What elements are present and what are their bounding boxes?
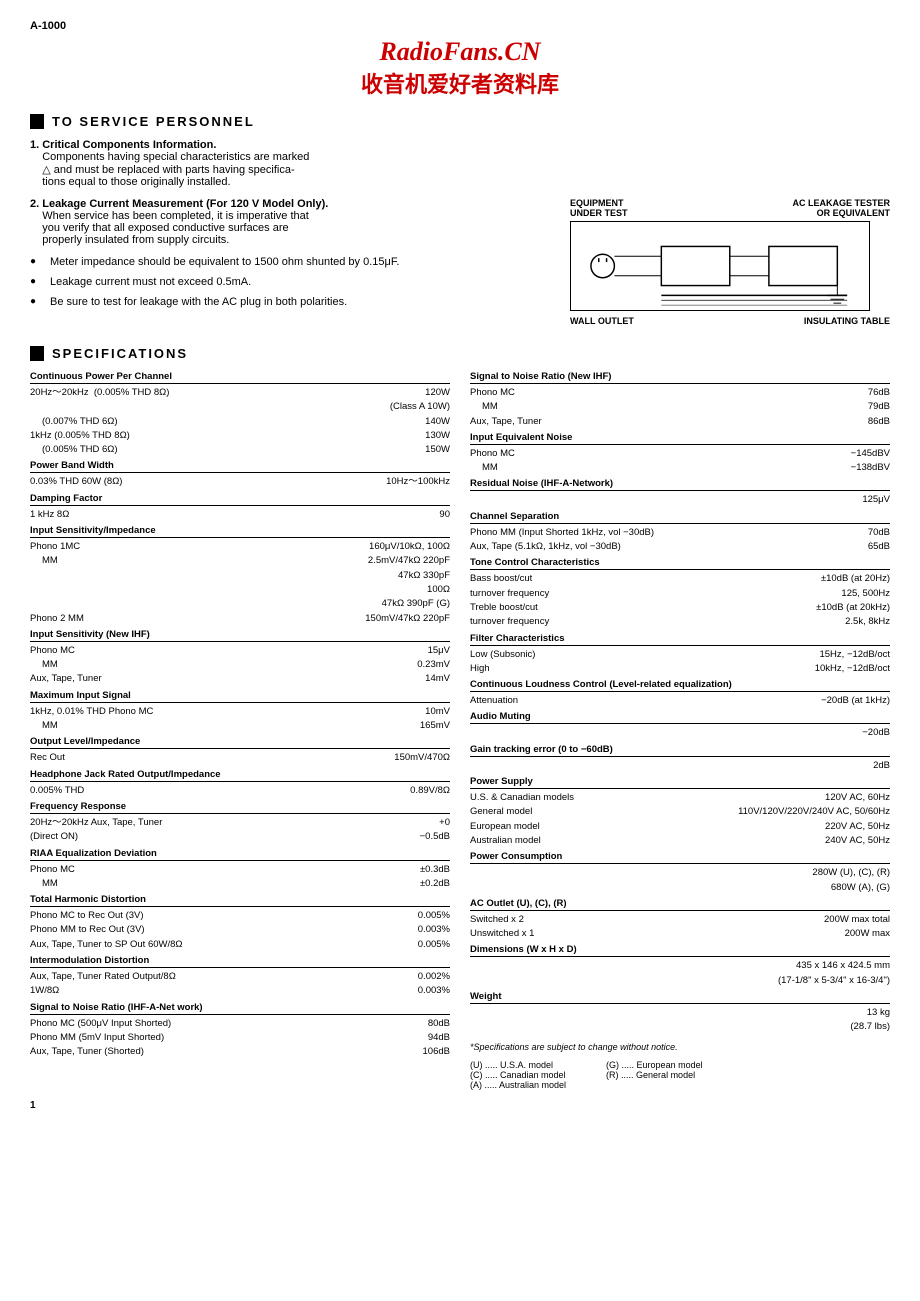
bullet-item-2: Leakage current must not exceed 0.5mA.	[30, 276, 470, 288]
specs-columns: Continuous Power Per Channel 20Hz～20kHz …	[30, 371, 890, 1090]
spec-group-filter: Filter Characteristics Low (Subsonic)15H…	[470, 633, 890, 676]
service-item-2: 2. Leakage Current Measurement (For 120 …	[30, 198, 470, 246]
spec-group-power: Continuous Power Per Channel 20Hz～20kHz …	[30, 371, 450, 456]
spec-group-bandwidth: Power Band Width 0.03% THD 60W (8Ω)10Hz～…	[30, 460, 450, 488]
spec-group-freq: Frequency Response 20Hz～20kHz Aux, Tape,…	[30, 801, 450, 844]
spec-group-tone: Tone Control Characteristics Bass boost/…	[470, 557, 890, 628]
spec-group-headphone: Headphone Jack Rated Output/Impedance 0.…	[30, 769, 450, 797]
spec-group-eq-noise: Input Equivalent Noise Phono MC−145dBV M…	[470, 432, 890, 475]
diagram-label3: AC LEAKAGE TESTER	[792, 198, 890, 208]
spec-group-max-input: Maximum Input Signal 1kHz, 0.01% THD Pho…	[30, 690, 450, 733]
model-codes: (U) ..... U.S.A. model (C) ..... Canadia…	[470, 1060, 890, 1090]
diagram-insulating-table: INSULATING TABLE	[804, 316, 890, 326]
model-code-c: (C) ..... Canadian model	[470, 1070, 566, 1080]
service-title: TO SERVICE PERSONNEL	[30, 114, 890, 129]
spec-group-consumption: Power Consumption 280W (U), (C), (R) 680…	[470, 851, 890, 894]
site-subtitle: 收音机爱好者资料库	[30, 67, 890, 99]
site-title: RadioFans.CN	[30, 37, 890, 67]
service-section: TO SERVICE PERSONNEL 1. Critical Compone…	[30, 114, 890, 326]
bullet-item-3: Be sure to test for leakage with the AC …	[30, 296, 470, 308]
spec-group-thd: Total Harmonic Distortion Phono MC to Re…	[30, 894, 450, 951]
bullet-item-1: Meter impedance should be equivalent to …	[30, 256, 470, 268]
diagram-wall-outlet: WALL OUTLET	[570, 316, 634, 326]
circuit-svg	[570, 221, 870, 311]
header: RadioFans.CN 收音机爱好者资料库	[30, 37, 890, 99]
spec-group-riaa: RIAA Equalization Deviation Phono MC±0.3…	[30, 848, 450, 891]
service-item-1: 1. Critical Components Information. Comp…	[30, 139, 890, 188]
model-number: A-1000	[30, 20, 890, 32]
spec-group-muting: Audio Muting −20dB	[470, 711, 890, 739]
diagram-label4: OR EQUIVALENT	[817, 208, 890, 218]
model-code-a: (A) ..... Australian model	[470, 1080, 566, 1090]
spec-group-im: Intermodulation Distortion Aux, Tape, Tu…	[30, 955, 450, 998]
spec-group-residual: Residual Noise (IHF-A-Network) 125μV	[470, 478, 890, 506]
specs-left-col: Continuous Power Per Channel 20Hz～20kHz …	[30, 371, 450, 1090]
spec-group-power-supply: Power Supply U.S. & Canadian models120V …	[470, 776, 890, 847]
circuit-diagram: EQUIPMENT UNDER TEST AC LEAKAGE TESTER O…	[570, 198, 890, 326]
spec-group-loudness: Continuous Loudness Control (Level-relat…	[470, 679, 890, 707]
specs-right-col: Signal to Noise Ratio (New IHF) Phono MC…	[470, 371, 890, 1090]
specs-title: SPECIFICATIONS	[30, 346, 890, 361]
specs-footer-note: *Specifications are subject to change wi…	[470, 1042, 890, 1052]
specifications-section: SPECIFICATIONS Continuous Power Per Chan…	[30, 346, 890, 1090]
model-code-u: (U) ..... U.S.A. model	[470, 1060, 566, 1070]
model-code-g: (G) ..... European model	[606, 1060, 703, 1070]
model-code-r: (R) ..... General model	[606, 1070, 703, 1080]
page-number: 1	[30, 1100, 890, 1111]
spec-group-weight: Weight 13 kg (28.7 lbs)	[470, 991, 890, 1034]
spec-group-snr-ihf: Signal to Noise Ratio (New IHF) Phono MC…	[470, 371, 890, 428]
diagram-label1: EQUIPMENT	[570, 198, 624, 208]
spec-group-ac-outlet: AC Outlet (U), (C), (R) Switched x 2200W…	[470, 898, 890, 941]
spec-group-channel-sep: Channel Separation Phono MM (Input Short…	[470, 511, 890, 554]
diagram-label2: UNDER TEST	[570, 208, 628, 218]
spec-group-input-sens: Input Sensitivity/Impedance Phono 1MC160…	[30, 525, 450, 625]
spec-group-gain: Gain tracking error (0 to −60dB) 2dB	[470, 744, 890, 772]
spec-group-input-ihf: Input Sensitivity (New IHF) Phono MC15μV…	[30, 629, 450, 686]
spec-group-dimensions: Dimensions (W x H x D) 435 x 146 x 424.5…	[470, 944, 890, 987]
spec-group-snr-a: Signal to Noise Ratio (IHF-A-Net work) P…	[30, 1002, 450, 1059]
spec-group-damping: Damping Factor 1 kHz 8Ω90	[30, 493, 450, 521]
spec-group-output: Output Level/Impedance Rec Out150mV/470Ω	[30, 736, 450, 764]
